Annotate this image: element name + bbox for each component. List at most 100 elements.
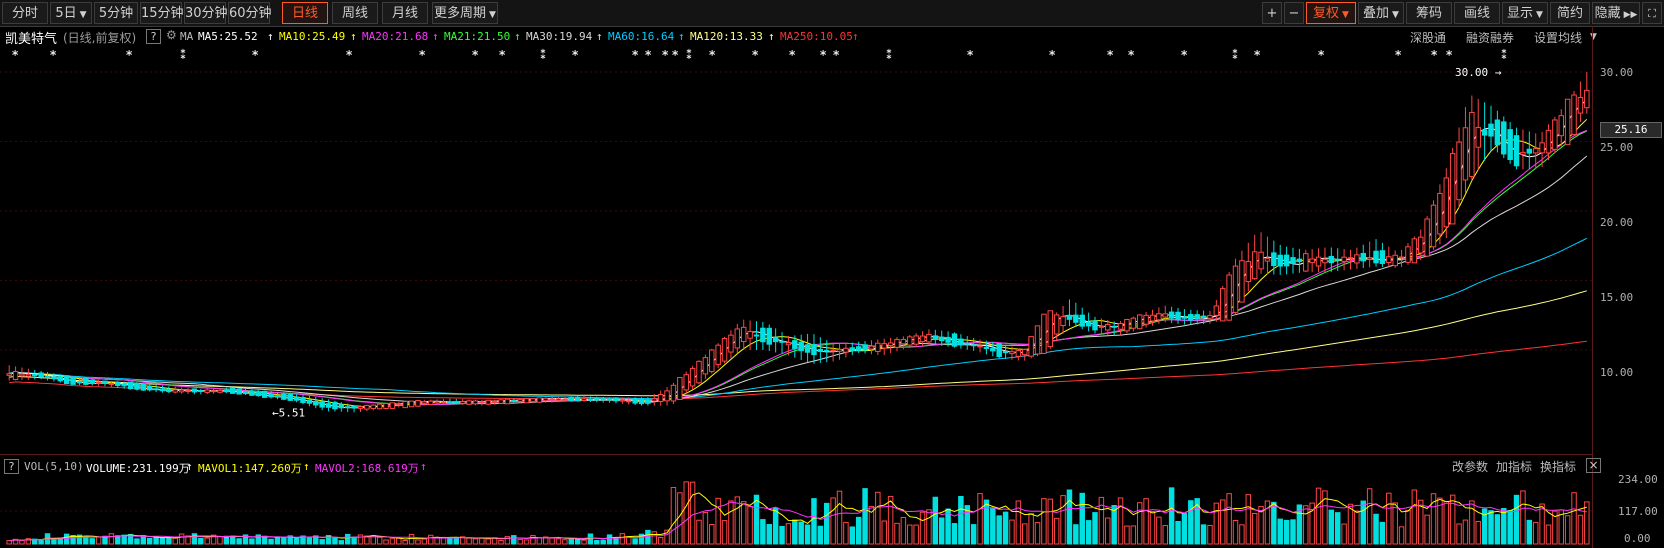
- vol-tick-0: 0.00: [1624, 532, 1651, 545]
- display-button[interactable]: 显示 ▼: [1502, 2, 1548, 24]
- event-marker-icon[interactable]: *: [709, 48, 715, 62]
- event-marker-icon[interactable]: *: [752, 48, 758, 62]
- event-marker-icon[interactable]: *: [1107, 48, 1113, 62]
- candle-body: [230, 387, 236, 394]
- period-60min[interactable]: 60分钟: [228, 2, 272, 24]
- candle-body: [977, 345, 983, 348]
- volume-bar: [804, 524, 811, 545]
- event-marker-icon[interactable]: *: [833, 48, 839, 62]
- event-marker-icon[interactable]: ⁑: [1232, 48, 1238, 62]
- volume-chart[interactable]: [0, 476, 1592, 546]
- event-marker-icon[interactable]: *: [632, 48, 638, 62]
- period-more[interactable]: 更多周期 ▼: [432, 2, 498, 24]
- vol-tick-117: 117.00: [1618, 505, 1658, 518]
- zoom-in-button[interactable]: +: [1262, 2, 1282, 24]
- event-marker-icon[interactable]: *: [346, 48, 352, 62]
- event-marker-icon[interactable]: *: [789, 48, 795, 62]
- event-marker-icon[interactable]: *: [1049, 48, 1055, 62]
- volume-title: VOL(5,10): [24, 460, 84, 473]
- volume-help-icon[interactable]: ?: [4, 459, 19, 474]
- event-marker-icon[interactable]: *: [672, 48, 678, 62]
- event-marker-icon[interactable]: *: [1181, 48, 1187, 62]
- draw-line-button[interactable]: 画线: [1454, 2, 1500, 24]
- event-marker-icon[interactable]: ⁑: [686, 48, 692, 62]
- fullscreen-icon[interactable]: ⛶: [1642, 2, 1662, 24]
- volume-bar: [1175, 520, 1181, 545]
- event-marker-icon[interactable]: *: [572, 48, 578, 62]
- volume-bar: [453, 537, 460, 545]
- period-weekly[interactable]: 周线: [332, 2, 378, 24]
- volume-bar: [1334, 512, 1341, 545]
- event-marker-icon[interactable]: *: [50, 48, 56, 62]
- event-marker-icon[interactable]: *: [1446, 48, 1452, 62]
- event-marker-icon[interactable]: *: [472, 48, 478, 62]
- help-icon[interactable]: ?: [146, 29, 161, 44]
- event-marker-icon[interactable]: *: [1128, 48, 1134, 62]
- candle-body: [683, 374, 689, 391]
- settings-gear-icon[interactable]: ⚙: [166, 28, 177, 42]
- margin-trading-link[interactable]: 融资融券: [1466, 29, 1514, 46]
- event-marker-icon[interactable]: *: [499, 48, 505, 62]
- add-indicator-link[interactable]: 加指标: [1496, 458, 1532, 475]
- event-marker-icon[interactable]: *: [1431, 48, 1437, 62]
- candlestick-chart[interactable]: 30.00 → ←5.51: [0, 62, 1592, 472]
- change-params-link[interactable]: 改参数: [1452, 458, 1488, 475]
- event-marker-icon[interactable]: *: [126, 48, 132, 62]
- event-marker-icon[interactable]: *: [967, 48, 973, 62]
- shenzhen-connect-link[interactable]: 深股通: [1410, 29, 1446, 46]
- event-marker-icon[interactable]: ⁑: [540, 48, 546, 62]
- candle-body: [19, 373, 25, 377]
- candle-body: [1213, 305, 1220, 316]
- period-fenshi[interactable]: 分时: [2, 2, 48, 24]
- period-15min[interactable]: 15分钟: [140, 2, 184, 24]
- event-marker-icon[interactable]: *: [1318, 48, 1324, 62]
- event-marker-icon[interactable]: *: [12, 48, 18, 62]
- hide-button[interactable]: 隐藏 ▶▶: [1592, 2, 1640, 24]
- volume-bar: [1207, 524, 1213, 545]
- candle-body: [887, 342, 894, 346]
- volume-bar: [1130, 525, 1137, 545]
- period-daily[interactable]: 日线: [282, 2, 328, 24]
- period-30min[interactable]: 30分钟: [184, 2, 228, 24]
- zoom-out-button[interactable]: −: [1284, 2, 1304, 24]
- volume-bar: [1507, 509, 1513, 545]
- candle-body: [1539, 142, 1545, 154]
- event-marker-icon[interactable]: *: [419, 48, 425, 62]
- volume-bar: [268, 538, 274, 545]
- volume-bar: [1405, 509, 1411, 545]
- restore-rights-button[interactable]: 复权 ▼: [1306, 2, 1356, 24]
- switch-indicator-link[interactable]: 换指标: [1540, 458, 1576, 475]
- ma-settings-link[interactable]: 设置均线: [1534, 29, 1582, 46]
- candle-body: [102, 380, 108, 385]
- event-marker-icon[interactable]: *: [1395, 48, 1401, 62]
- ma20-arrow-icon: ↑: [432, 30, 439, 43]
- volume-bar: [415, 539, 421, 545]
- simple-button[interactable]: 简约: [1550, 2, 1590, 24]
- close-icon[interactable]: ×: [1586, 458, 1601, 473]
- event-marker-icon[interactable]: ⁑: [1501, 48, 1507, 62]
- volume-bar: [721, 520, 728, 545]
- overlay-button[interactable]: 叠加 ▼: [1358, 2, 1404, 24]
- ma-header: 凯美特气 (日线,前复权) ? ⚙ MA MA5:25.52 ↑ MA10:25…: [0, 27, 1664, 47]
- period-monthly[interactable]: 月线: [382, 2, 428, 24]
- candle-body: [498, 399, 504, 404]
- candle-body: [115, 382, 121, 386]
- event-marker-icon[interactable]: *: [662, 48, 668, 62]
- candle-body: [255, 391, 262, 397]
- event-marker-icon[interactable]: *: [820, 48, 826, 62]
- event-marker-icon[interactable]: *: [1254, 48, 1260, 62]
- period-5day[interactable]: 5日 ▼: [50, 2, 92, 24]
- event-marker-icon[interactable]: ⁑: [886, 48, 892, 62]
- candle-body: [1073, 314, 1079, 323]
- chips-button[interactable]: 筹码: [1406, 2, 1452, 24]
- vol-tick-234: 234.00: [1618, 473, 1658, 486]
- event-marker-icon[interactable]: *: [252, 48, 258, 62]
- event-marker-icon[interactable]: *: [645, 48, 651, 62]
- candle-body: [728, 334, 734, 353]
- volume-bar: [140, 535, 147, 545]
- candle-body: [159, 388, 166, 392]
- period-5min[interactable]: 5分钟: [94, 2, 138, 24]
- event-marker-icon[interactable]: ⁑: [180, 48, 186, 62]
- volume-bar: [1245, 494, 1252, 545]
- candle-body: [319, 401, 325, 408]
